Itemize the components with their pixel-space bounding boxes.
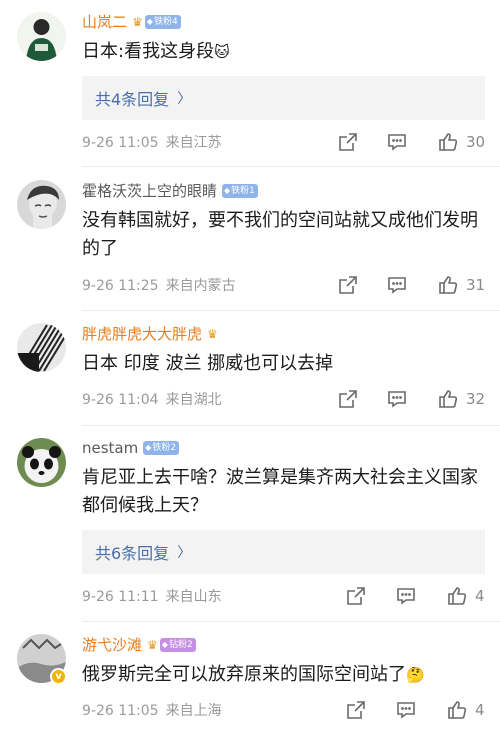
comment-text-content: 肯尼亚上去干啥？波兰算是集齐两大社会主义国家都伺候我上天？ — [82, 467, 478, 516]
comment-text-content: 日本:看我这身段 — [82, 41, 215, 62]
comment-icon[interactable] — [395, 585, 417, 607]
view-replies-button[interactable]: 共4条回复 〉 — [82, 76, 485, 120]
comment-icon[interactable] — [386, 131, 408, 153]
comment-actions: 32 — [0, 388, 500, 412]
like-count: 32 — [466, 390, 486, 408]
verified-v-icon: v — [50, 668, 67, 685]
comment-actions: 30 — [0, 131, 500, 155]
comment-text-content: 日本 印度 波兰 挪威也可以去掉 — [82, 353, 334, 374]
share-icon[interactable] — [337, 274, 359, 296]
gem-icon: ◆ — [145, 443, 152, 452]
chevron-right-icon: 〉 — [177, 545, 192, 561]
fan-badge-label: 铁粉1 — [231, 186, 255, 196]
comment-text-content: 没有韩国就好，要不我们的空间站就又成他们发明的了 — [82, 210, 478, 259]
chevron-right-icon: 〉 — [177, 91, 192, 107]
thumbs-up-icon[interactable] — [437, 388, 459, 410]
username[interactable]: 山岚二 — [82, 12, 127, 32]
emoji: 🐱 — [214, 43, 230, 61]
replies-label: 共6条回复 — [95, 544, 170, 563]
crown-icon: ♛ — [147, 638, 158, 652]
comment-text: 肯尼亚上去干啥？波兰算是集齐两大社会主义国家都伺候我上天？ — [82, 464, 487, 520]
like-count: 31 — [466, 276, 486, 294]
thumbs-up-icon[interactable] — [446, 585, 468, 607]
comment-icon[interactable] — [395, 699, 417, 721]
like-count: 4 — [475, 701, 485, 719]
avatar[interactable] — [17, 180, 66, 229]
emoji: 🤔 — [406, 666, 425, 684]
gem-icon: ◆ — [224, 186, 231, 195]
thumbs-up-icon[interactable] — [437, 274, 459, 296]
crown-icon: ♛ — [207, 327, 218, 341]
divider — [82, 310, 500, 311]
divider — [82, 166, 500, 167]
like-count: 4 — [475, 587, 485, 605]
comment-text: 日本:看我这身段🐱 — [82, 38, 487, 66]
thumbs-up-icon[interactable] — [446, 699, 468, 721]
divider — [82, 425, 500, 426]
view-replies-button[interactable]: 共6条回复 〉 — [82, 530, 485, 574]
username[interactable]: 霍格沃茨上空的眼睛 — [82, 181, 217, 201]
thumbs-up-icon[interactable] — [437, 131, 459, 153]
comment-icon[interactable] — [386, 274, 408, 296]
comment-actions: 4 — [0, 699, 500, 723]
comment-text: 没有韩国就好，要不我们的空间站就又成他们发明的了 — [82, 207, 487, 263]
username-row: 霍格沃茨上空的眼睛 ◆ 铁粉1 — [82, 181, 258, 201]
username-row: 胖虎胖虎大大胖虎 ♛ — [82, 324, 218, 344]
crown-icon: ♛ — [132, 15, 143, 29]
username-row: 山岚二 ♛ ◆ 铁粉4 — [82, 12, 181, 32]
fan-badge-label: 钻粉2 — [168, 640, 193, 650]
gem-icon: ◆ — [161, 640, 168, 649]
fan-badge[interactable]: ◆ 钻粉2 — [159, 638, 196, 652]
comment-icon[interactable] — [386, 388, 408, 410]
fan-badge-label: 铁粉2 — [152, 443, 177, 453]
share-icon[interactable] — [345, 585, 367, 607]
divider — [82, 621, 500, 622]
comment-text: 俄罗斯完全可以放弃原来的国际空间站了🤔 — [82, 661, 487, 689]
share-icon[interactable] — [337, 131, 359, 153]
username[interactable]: nestam — [82, 438, 138, 458]
fan-badge[interactable]: ◆ 铁粉4 — [144, 15, 181, 29]
avatar[interactable] — [17, 438, 66, 487]
fan-badge[interactable]: ◆ 铁粉2 — [143, 441, 180, 455]
share-icon[interactable] — [337, 388, 359, 410]
share-icon[interactable] — [345, 699, 367, 721]
comment-text: 日本 印度 波兰 挪威也可以去掉 — [82, 350, 487, 378]
comment-text-content: 俄罗斯完全可以放弃原来的国际空间站了 — [82, 664, 406, 685]
gem-icon: ◆ — [146, 17, 153, 26]
avatar[interactable] — [17, 323, 66, 372]
like-count: 30 — [466, 133, 486, 151]
fan-badge-label: 铁粉4 — [153, 17, 178, 27]
username[interactable]: 胖虎胖虎大大胖虎 — [82, 324, 202, 344]
comment-actions: 4 — [0, 585, 500, 609]
username-row: 游弋沙滩 ♛ ◆ 钻粉2 — [82, 635, 196, 655]
comment-actions: 31 — [0, 274, 500, 298]
avatar[interactable] — [17, 12, 66, 61]
replies-label: 共4条回复 — [95, 90, 170, 109]
fan-badge[interactable]: ◆ 铁粉1 — [222, 184, 258, 198]
username[interactable]: 游弋沙滩 — [82, 635, 142, 655]
username-row: nestam ◆ 铁粉2 — [82, 438, 180, 458]
